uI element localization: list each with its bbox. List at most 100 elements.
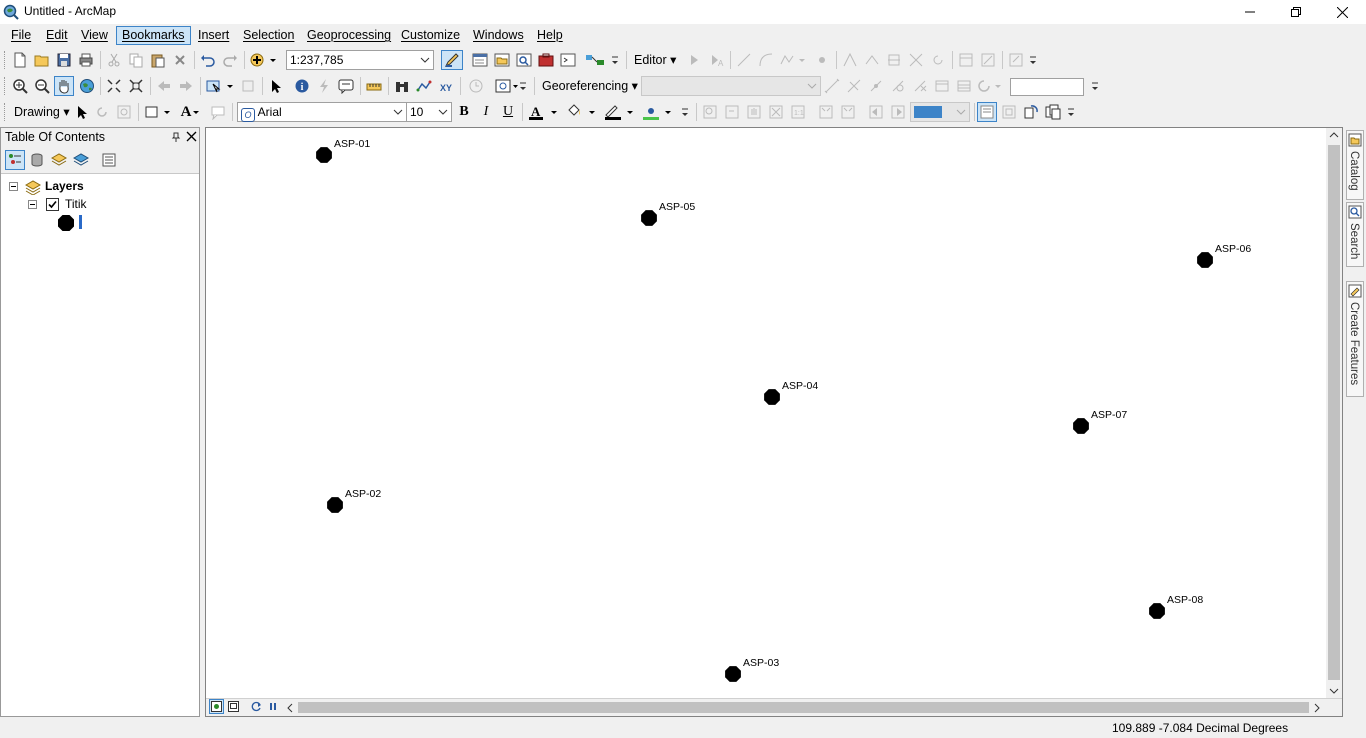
- map-display[interactable]: ASP-01 ASP-05 ASP-06 ASP-04 ASP-07 ASP-02 ASP-…: [205, 127, 1343, 717]
- end-point-arc-button[interactable]: [756, 50, 776, 70]
- minimize-button[interactable]: [1227, 0, 1273, 24]
- select-link-button[interactable]: [866, 76, 886, 96]
- toolbar-options-icon[interactable]: [1029, 53, 1037, 67]
- catalog-tab[interactable]: Catalog: [1346, 130, 1364, 200]
- list-by-drawing-order-button[interactable]: [5, 150, 25, 170]
- measure-button[interactable]: [364, 76, 384, 96]
- georeferencing-input[interactable]: [1010, 78, 1084, 96]
- pin-icon[interactable]: [170, 131, 182, 143]
- zoom-to-selected-link-button[interactable]: [888, 76, 908, 96]
- toolbar-grip[interactable]: [4, 51, 7, 69]
- menu-bookmarks[interactable]: Bookmarks: [116, 26, 191, 45]
- toolbar-options-icon[interactable]: [1067, 105, 1075, 119]
- font-color-button[interactable]: A: [526, 102, 560, 122]
- zoom-whole-page-button[interactable]: [766, 102, 786, 122]
- copy-button[interactable]: [126, 50, 146, 70]
- font-combo[interactable]: O Arial: [237, 102, 407, 122]
- delete-link-button[interactable]: [910, 76, 930, 96]
- map-point-marker[interactable]: [641, 210, 657, 226]
- menu-selection[interactable]: Selection: [238, 26, 299, 45]
- rotate-button[interactable]: [928, 50, 948, 70]
- toggle-draft-mode-button[interactable]: [977, 102, 997, 122]
- data-view-button[interactable]: [209, 699, 224, 714]
- layout-view-button[interactable]: [226, 699, 241, 714]
- map-point-marker[interactable]: [316, 147, 332, 163]
- vertical-scroll-thumb[interactable]: [1328, 145, 1340, 680]
- python-window-button[interactable]: [558, 50, 578, 70]
- toolbar-options-icon[interactable]: [611, 53, 619, 67]
- rotate-georef-button[interactable]: [976, 76, 1004, 96]
- redo-button[interactable]: [220, 50, 240, 70]
- map-point-marker[interactable]: [1149, 603, 1165, 619]
- scroll-left-icon[interactable]: [286, 703, 294, 713]
- new-document-button[interactable]: [10, 50, 30, 70]
- georeferencing-layer-combo[interactable]: [641, 76, 821, 96]
- toolbar-options-icon[interactable]: [1091, 79, 1099, 93]
- map-point-marker[interactable]: [764, 389, 780, 405]
- refresh-button[interactable]: [249, 699, 264, 714]
- point-button[interactable]: [812, 50, 832, 70]
- find-route-button[interactable]: [414, 76, 434, 96]
- map-point-marker[interactable]: [1197, 252, 1213, 268]
- layout-back-button[interactable]: [866, 102, 886, 122]
- vertical-scrollbar[interactable]: [1326, 128, 1342, 699]
- clear-selection-button[interactable]: [238, 76, 258, 96]
- reshape-button[interactable]: [862, 50, 882, 70]
- create-features-button[interactable]: [1006, 50, 1026, 70]
- list-by-visibility-button[interactable]: [49, 150, 69, 170]
- edit-vertices-button[interactable]: [840, 50, 860, 70]
- zoom-in-button[interactable]: [10, 76, 30, 96]
- cut-button[interactable]: [104, 50, 124, 70]
- menu-insert[interactable]: Insert: [193, 26, 234, 45]
- search-window-button[interactable]: [514, 50, 534, 70]
- fixed-zoom-out-button[interactable]: [126, 76, 146, 96]
- scroll-down-icon[interactable]: [1329, 687, 1339, 695]
- select-elements-draw-button[interactable]: [72, 102, 92, 122]
- add-data-button[interactable]: [248, 50, 278, 70]
- go-back-extent-button[interactable]: [154, 76, 174, 96]
- create-features-tab[interactable]: Create Features: [1346, 281, 1364, 397]
- fixed-zoom-in-button[interactable]: [104, 76, 124, 96]
- toolbar-options-icon[interactable]: [519, 79, 527, 93]
- toolbar-grip[interactable]: [4, 77, 7, 95]
- edit-tool-button[interactable]: [684, 50, 704, 70]
- change-layout-button[interactable]: [1021, 102, 1041, 122]
- zoom-100-button[interactable]: 1:1: [788, 102, 808, 122]
- catalog-window-button[interactable]: [492, 50, 512, 70]
- toc-options-button[interactable]: [99, 150, 119, 170]
- sketch-properties-button[interactable]: [978, 50, 998, 70]
- open-button[interactable]: [32, 50, 52, 70]
- close-button[interactable]: [1319, 0, 1365, 24]
- create-viewer-window-button[interactable]: [494, 76, 520, 96]
- trace-button[interactable]: [778, 50, 808, 70]
- text-tool-button[interactable]: A: [176, 102, 206, 122]
- list-by-selection-button[interactable]: [71, 150, 91, 170]
- menu-edit[interactable]: Edit: [41, 26, 73, 45]
- layout-zoom-combo[interactable]: [910, 102, 970, 122]
- model-builder-button[interactable]: [584, 50, 612, 70]
- go-to-xy-button[interactable]: XY: [436, 76, 456, 96]
- zoom-out-button[interactable]: [32, 76, 52, 96]
- menu-customize[interactable]: Customize: [396, 26, 465, 45]
- close-icon[interactable]: [186, 131, 197, 142]
- collapse-icon[interactable]: [28, 200, 37, 209]
- attributes-button[interactable]: [956, 50, 976, 70]
- cut-polygons-button[interactable]: [884, 50, 904, 70]
- find-button[interactable]: [392, 76, 412, 96]
- georeferencing-menu[interactable]: Georeferencing ▾: [542, 77, 638, 95]
- select-features-button[interactable]: [204, 76, 236, 96]
- time-slider-button[interactable]: [466, 76, 486, 96]
- layout-forward-button[interactable]: [888, 102, 908, 122]
- data-driven-pages-button[interactable]: [1043, 102, 1063, 122]
- select-elements-button[interactable]: [266, 76, 286, 96]
- layer-visibility-checkbox[interactable]: [46, 198, 59, 211]
- pan-button[interactable]: [54, 76, 74, 96]
- fixed-layout-zoom-in-button[interactable]: [816, 102, 836, 122]
- map-point-marker[interactable]: [1073, 418, 1089, 434]
- layer-name[interactable]: Titik: [65, 197, 87, 211]
- map-point-marker[interactable]: [327, 497, 343, 513]
- delete-button[interactable]: [170, 50, 190, 70]
- table-of-contents-button[interactable]: [470, 50, 490, 70]
- toolbar-grip[interactable]: [4, 103, 7, 121]
- edit-annotation-button[interactable]: A: [706, 50, 726, 70]
